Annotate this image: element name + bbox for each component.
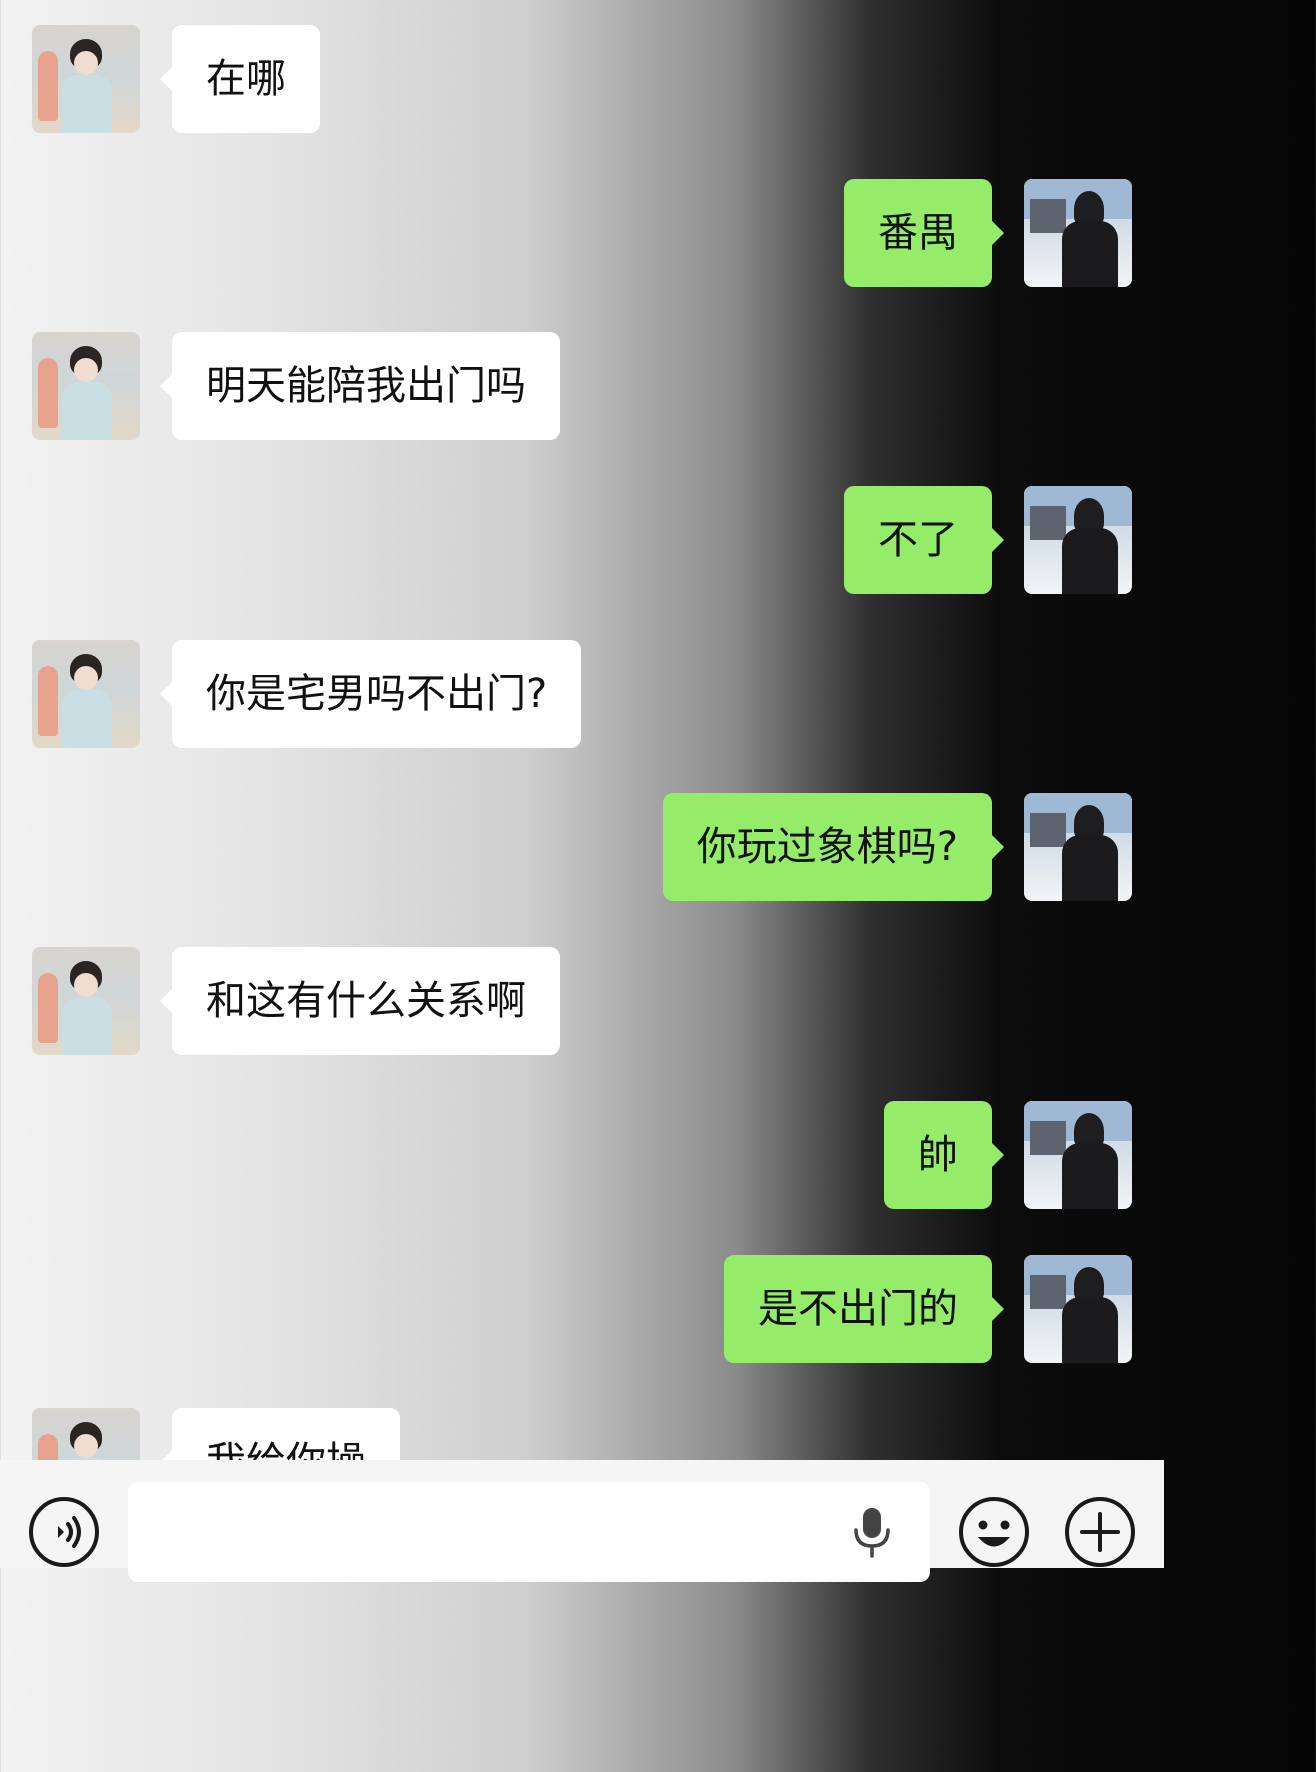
emoji-icon[interactable]	[958, 1496, 1030, 1568]
avatar-icecream	[38, 1434, 58, 1460]
avatar-building	[1030, 506, 1066, 540]
message-bubble-received[interactable]: 在哪	[160, 25, 320, 133]
contact-avatar[interactable]	[32, 332, 140, 440]
avatar-body	[1062, 221, 1118, 287]
contact-avatar[interactable]	[32, 25, 140, 133]
avatar-icecream	[38, 973, 58, 1043]
chat-area: 在哪 番禺 明天能陪我出门吗 不了 你是宅男吗不出门? 你玩过象棋吗? 和这有什…	[0, 0, 1164, 1460]
avatar-face	[74, 666, 98, 690]
avatar-body	[1062, 1297, 1118, 1363]
self-avatar[interactable]	[1024, 179, 1132, 287]
message-row: 你玩过象棋吗?	[0, 793, 1164, 901]
voice-mode-icon[interactable]	[28, 1496, 100, 1568]
message-row: 番禺	[0, 179, 1164, 287]
avatar-body	[62, 382, 112, 440]
message-row: 明天能陪我出门吗	[0, 332, 1164, 440]
message-bubble-sent[interactable]: 番禺	[844, 179, 1004, 287]
avatar-building	[1030, 813, 1066, 847]
avatar-icecream	[38, 358, 58, 428]
message-bubble-received[interactable]: 我给你操	[160, 1408, 400, 1460]
avatar-body	[62, 75, 112, 133]
message-bubble-sent[interactable]: 不了	[844, 486, 1004, 594]
message-row: 在哪	[0, 25, 1164, 133]
contact-avatar[interactable]	[32, 1408, 140, 1460]
avatar-face	[74, 973, 98, 997]
message-row: 是不出门的	[0, 1255, 1164, 1363]
microphone-icon[interactable]	[850, 1504, 894, 1560]
self-avatar[interactable]	[1024, 1101, 1132, 1209]
self-avatar[interactable]	[1024, 1255, 1132, 1363]
avatar-icecream	[38, 666, 58, 736]
input-bar	[0, 1460, 1164, 1582]
avatar-building	[1030, 199, 1066, 233]
contact-avatar[interactable]	[32, 640, 140, 748]
avatar-body	[62, 690, 112, 748]
message-row: 和这有什么关系啊	[0, 947, 1164, 1055]
message-bubble-sent[interactable]: 你玩过象棋吗?	[662, 793, 1005, 901]
avatar-building	[1030, 1121, 1066, 1155]
message-bubble-received[interactable]: 明天能陪我出门吗	[160, 332, 560, 440]
avatar-body	[62, 997, 112, 1055]
avatar-building	[1030, 1275, 1066, 1309]
self-avatar[interactable]	[1024, 793, 1132, 901]
contact-avatar[interactable]	[32, 947, 140, 1055]
message-bubble-received[interactable]: 你是宅男吗不出门?	[159, 640, 582, 748]
message-bubble-received[interactable]: 和这有什么关系啊	[160, 947, 560, 1055]
message-bubble-sent[interactable]: 帥	[884, 1101, 1004, 1209]
avatar-face	[74, 1434, 98, 1458]
avatar-face	[74, 358, 98, 382]
message-bubble-sent[interactable]: 是不出门的	[724, 1255, 1004, 1363]
message-row: 我给你操	[0, 1408, 1164, 1460]
plus-icon[interactable]	[1064, 1496, 1136, 1568]
message-row: 不了	[0, 486, 1164, 594]
self-avatar[interactable]	[1024, 486, 1132, 594]
avatar-icecream	[38, 51, 58, 121]
message-row: 你是宅男吗不出门?	[0, 640, 1164, 748]
avatar-body	[1062, 1143, 1118, 1209]
message-row: 帥	[0, 1101, 1164, 1209]
avatar-face	[74, 51, 98, 75]
message-input[interactable]	[128, 1482, 930, 1582]
avatar-body	[1062, 835, 1118, 901]
avatar-body	[1062, 528, 1118, 594]
